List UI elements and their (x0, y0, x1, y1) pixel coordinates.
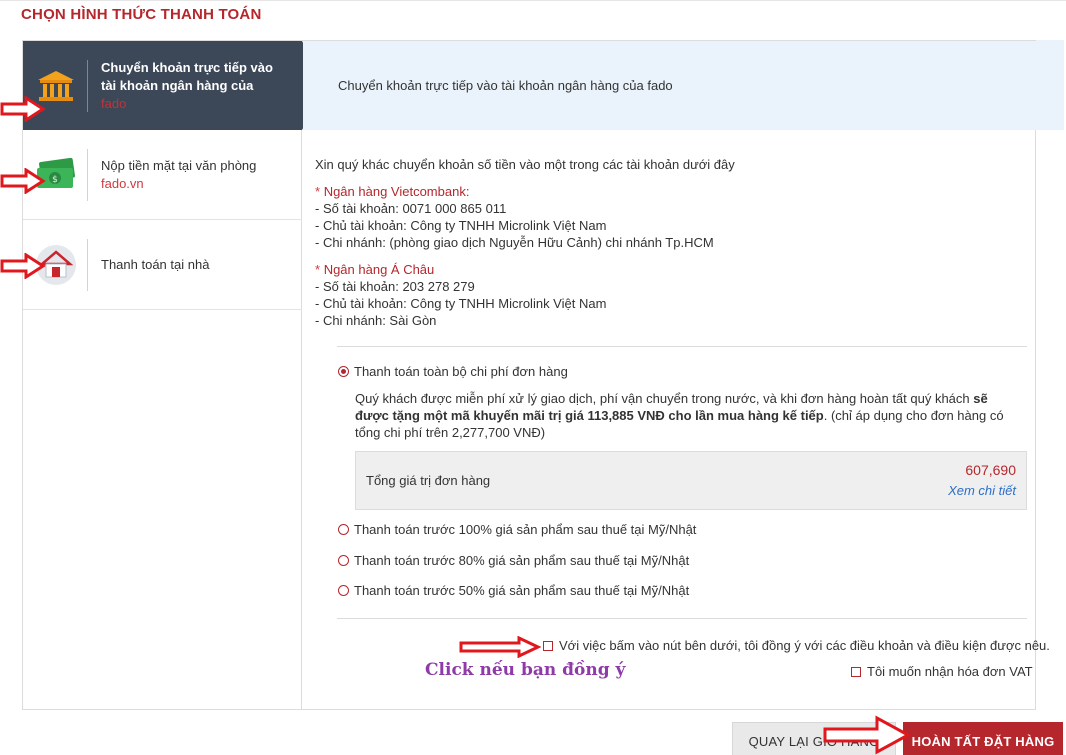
vat-label: Tôi muốn nhận hóa đơn VAT (867, 664, 1033, 679)
payment-option-100[interactable]: Thanh toán trước 100% giá sản phẩm sau t… (338, 522, 696, 537)
bank-name: * Ngân hàng Á Châu (315, 262, 435, 277)
method-separator (87, 238, 88, 291)
bank-intro: Xin quý khác chuyển khoản số tiền vào mộ… (315, 157, 735, 172)
bank-branch: - Chi nhánh: Sài Gòn (315, 313, 437, 328)
bank-account-holder: - Chủ tài khoản: Công ty TNHH Microlink … (315, 296, 607, 311)
radio-button[interactable] (338, 524, 349, 535)
header-strip (1036, 40, 1064, 130)
payment-option-full[interactable]: Thanh toán toàn bộ chi phí đơn hàng (338, 364, 568, 379)
brand-link: fado.vn (101, 175, 144, 191)
bank-account-number: - Số tài khoản: 0071 000 865 011 (315, 201, 507, 216)
total-value: 607,690 (965, 462, 1016, 478)
bank-name: * Ngân hàng Vietcombank: (315, 184, 470, 199)
order-total-box: Tổng giá trị đơn hàng 607,690 Xem chi ti… (355, 451, 1027, 510)
bank-branch: - Chi nhánh: (phòng giao dịch Nguyễn Hữu… (315, 235, 714, 250)
payment-option-50[interactable]: Thanh toán trước 50% giá sản phẩm sau th… (338, 583, 689, 598)
complete-order-button[interactable]: HOÀN TẤT ĐẶT HÀNG (903, 722, 1063, 755)
method-separator (87, 148, 88, 201)
promo-text: Quý khách được miễn phí xử lý giao dịch,… (355, 391, 1004, 440)
vat-invoice[interactable]: Tôi muốn nhận hóa đơn VAT (851, 664, 1033, 679)
option-label: Thanh toán toàn bộ chi phí đơn hàng (354, 364, 568, 379)
option-label: Thanh toán trước 80% giá sản phẩm sau th… (354, 553, 690, 568)
method-cash-office[interactable]: $ Nộp tiền mặt tại văn phòng fado.vn (23, 130, 302, 220)
method-bank-transfer[interactable]: Chuyển khoản trực tiếp vào tài khoản ngâ… (23, 41, 302, 130)
top-border (0, 0, 1066, 1)
method-label: Thanh toán tại nhà (101, 256, 210, 272)
terms-checkbox[interactable] (543, 640, 553, 651)
annotation-arrow-icon (0, 168, 46, 194)
total-label: Tổng giá trị đơn hàng (366, 473, 491, 488)
method-label: Chuyển khoản trực tiếp vào tài khoản ngâ… (101, 59, 273, 111)
annotation-arrow-icon (0, 96, 46, 122)
radio-button[interactable] (338, 585, 349, 596)
radio-button[interactable] (338, 555, 349, 566)
method-separator (87, 59, 88, 112)
method-pay-at-home[interactable]: Thanh toán tại nhà (23, 220, 302, 310)
section-divider (337, 346, 1027, 347)
payment-method-list: Chuyển khoản trực tiếp vào tài khoản ngâ… (23, 41, 328, 709)
option-label: Thanh toán trước 100% giá sản phẩm sau t… (354, 522, 697, 537)
payment-option-80[interactable]: Thanh toán trước 80% giá sản phẩm sau th… (338, 553, 689, 568)
annotation-text: Click nếu bạn đồng ý (425, 660, 626, 680)
brand-link: fado (101, 95, 127, 111)
svg-text:$: $ (52, 175, 58, 185)
annotation-arrow-icon (823, 715, 911, 755)
option-label: Thanh toán trước 50% giá sản phẩm sau th… (354, 583, 690, 598)
bank-account-number: - Số tài khoản: 203 278 279 (315, 279, 475, 294)
vat-checkbox[interactable] (851, 666, 861, 677)
section-divider (337, 618, 1027, 619)
method-header: Chuyển khoản trực tiếp vào tài khoản ngâ… (303, 41, 1036, 130)
view-details-link[interactable]: Xem chi tiết (948, 483, 1016, 498)
annotation-arrow-icon (459, 636, 541, 658)
annotation-arrow-icon (0, 253, 46, 279)
page-title: CHỌN HÌNH THỨC THANH TOÁN (21, 6, 262, 23)
radio-button[interactable] (338, 366, 349, 377)
bank-account-holder: - Chủ tài khoản: Công ty TNHH Microlink … (315, 218, 607, 233)
terms-label: Với việc bấm vào nút bên dưới, tôi đồng … (559, 638, 1050, 653)
bank-info: Xin quý khác chuyển khoản số tiền vào mộ… (315, 156, 1005, 329)
method-label: Nộp tiền mặt tại văn phòng fado.vn (101, 157, 257, 191)
terms-agreement[interactable]: Với việc bấm vào nút bên dưới, tôi đồng … (543, 638, 1050, 653)
